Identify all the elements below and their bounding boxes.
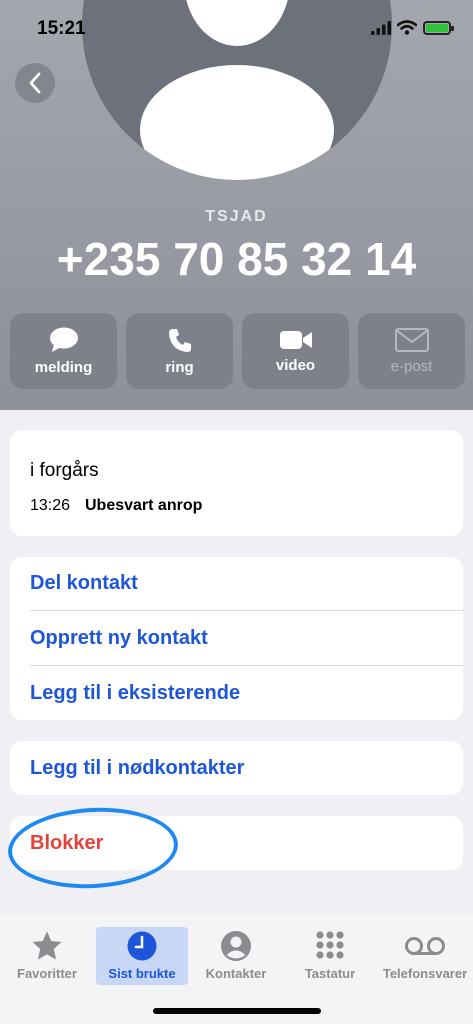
mail-icon <box>394 327 429 352</box>
add-emergency-contact-link[interactable]: Legg til i nødkontakter <box>30 757 244 780</box>
tab-label: Sist brukte <box>108 966 176 981</box>
message-button[interactable]: melding <box>10 313 117 389</box>
status-time: 15:21 <box>37 18 86 39</box>
divider <box>30 610 463 611</box>
contact-header: 15:21 TSJAD +235 70 85 32 14 melding rin… <box>0 0 473 410</box>
avatar <box>82 0 392 180</box>
tab-contacts[interactable]: Kontakter <box>190 927 282 985</box>
tab-label: Kontakter <box>205 966 267 981</box>
person-icon <box>221 931 251 961</box>
clock-icon <box>127 931 157 961</box>
phone-icon <box>168 328 191 352</box>
keypad-icon <box>316 931 344 959</box>
contact-options-card: Del kontakt Opprett ny kontakt Legg til … <box>10 557 463 720</box>
create-contact-link[interactable]: Opprett ny kontakt <box>30 627 208 650</box>
call-button[interactable]: ring <box>126 313 233 389</box>
video-icon <box>279 330 312 349</box>
back-button[interactable] <box>15 63 55 103</box>
video-button[interactable]: video <box>242 313 349 389</box>
tab-label: Tastatur <box>304 966 356 981</box>
call-label: ring <box>165 358 194 376</box>
chevron-left-icon <box>29 72 41 94</box>
video-label: video <box>275 356 316 374</box>
contact-number: +235 70 85 32 14 <box>56 233 417 285</box>
tab-label: Telefonsvarer <box>382 966 468 981</box>
email-button[interactable]: e-post <box>358 313 465 389</box>
recent-call-time: 13:26 <box>30 497 71 514</box>
add-to-existing-link[interactable]: Legg til i eksisterende <box>30 682 240 705</box>
emergency-contacts-card: Legg til i nødkontakter <box>10 741 463 795</box>
tab-voicemail[interactable]: Telefonsvarer <box>379 927 471 985</box>
recent-calls-card: i forgårs 13:26 Ubesvart anrop <box>10 430 463 536</box>
status-icons <box>371 20 454 35</box>
tab-favorites[interactable]: Favoritter <box>1 927 93 985</box>
wifi-icon <box>397 20 417 35</box>
battery-icon <box>423 20 454 35</box>
avatar-body-shape <box>140 65 334 180</box>
email-label: e-post <box>390 357 433 375</box>
home-indicator <box>153 1008 321 1014</box>
recent-day: i forgårs <box>30 460 99 481</box>
divider <box>30 665 463 666</box>
tab-keypad[interactable]: Tastatur <box>284 927 376 985</box>
avatar-head-shape <box>184 0 290 46</box>
action-buttons: melding ring video e-post <box>10 313 465 389</box>
signal-icon <box>371 20 391 35</box>
contact-label: TSJAD <box>205 208 268 225</box>
message-icon <box>49 327 78 352</box>
share-contact-link[interactable]: Del kontakt <box>30 572 138 595</box>
voicemail-icon <box>405 937 445 955</box>
tab-label: Favoritter <box>17 966 77 981</box>
message-label: melding <box>34 358 93 376</box>
tab-recents[interactable]: Sist brukte <box>96 927 188 985</box>
recent-call-status: Ubesvart anrop <box>85 497 203 514</box>
star-icon <box>32 931 62 960</box>
